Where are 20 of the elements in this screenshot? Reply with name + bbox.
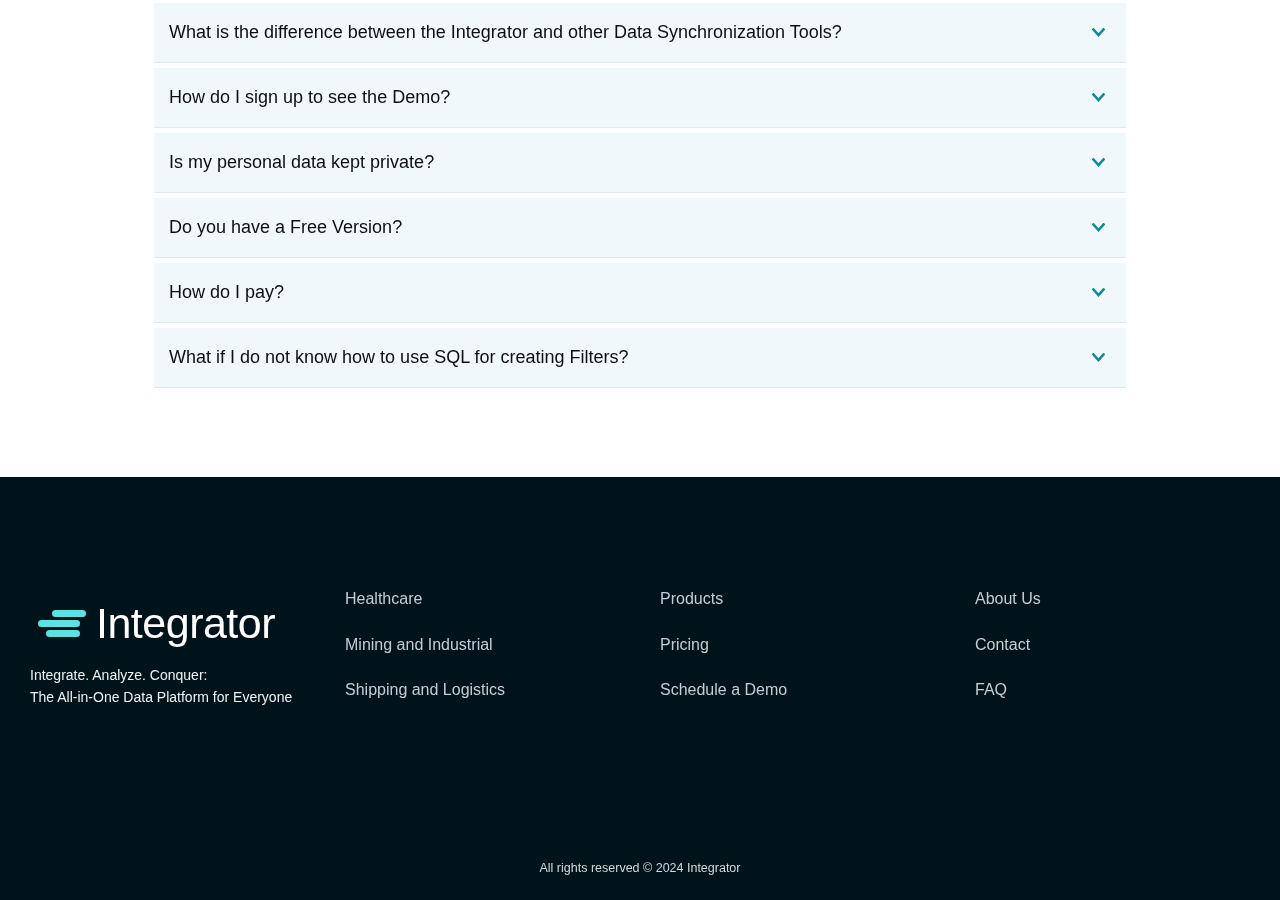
- footer-link[interactable]: Pricing: [660, 632, 709, 657]
- footer-link[interactable]: Healthcare: [345, 587, 423, 611]
- footer-link[interactable]: FAQ: [975, 678, 1007, 702]
- tagline-text: Integrate. Analyze. Conquer:: [30, 666, 209, 685]
- faq-question[interactable]: How do I pay?: [154, 263, 1126, 323]
- footer-link[interactable]: Shipping and Logistics: [345, 678, 506, 702]
- footer-link[interactable]: Mining and Industrial: [345, 632, 493, 657]
- faq-question[interactable]: Is my personal data kept private?: [154, 133, 1126, 193]
- tagline-text: The All-in-One Data Platform for Everyone: [30, 688, 294, 707]
- logo-wordmark: Integrator: [96, 598, 276, 649]
- faq-question[interactable]: What if I do not know how to use SQL for creating Filters?: [154, 328, 1126, 388]
- footer-link[interactable]: Schedule a Demo: [660, 678, 788, 702]
- faq-question[interactable]: How do I sign up to see the Demo?: [154, 68, 1126, 128]
- copyright-text: All rights reserved © 2024 Integrator: [539, 860, 741, 877]
- footer-link[interactable]: Contact: [975, 632, 1031, 657]
- footer-link[interactable]: Products: [660, 587, 724, 611]
- faq-question[interactable]: What is the difference between the Integrator and other Data Synchronization Tools?: [154, 3, 1126, 63]
- footer-link[interactable]: About Us: [975, 587, 1041, 611]
- faq-question[interactable]: Do you have a Free Version?: [154, 198, 1126, 258]
- logo-bars-icon: [38, 609, 86, 637]
